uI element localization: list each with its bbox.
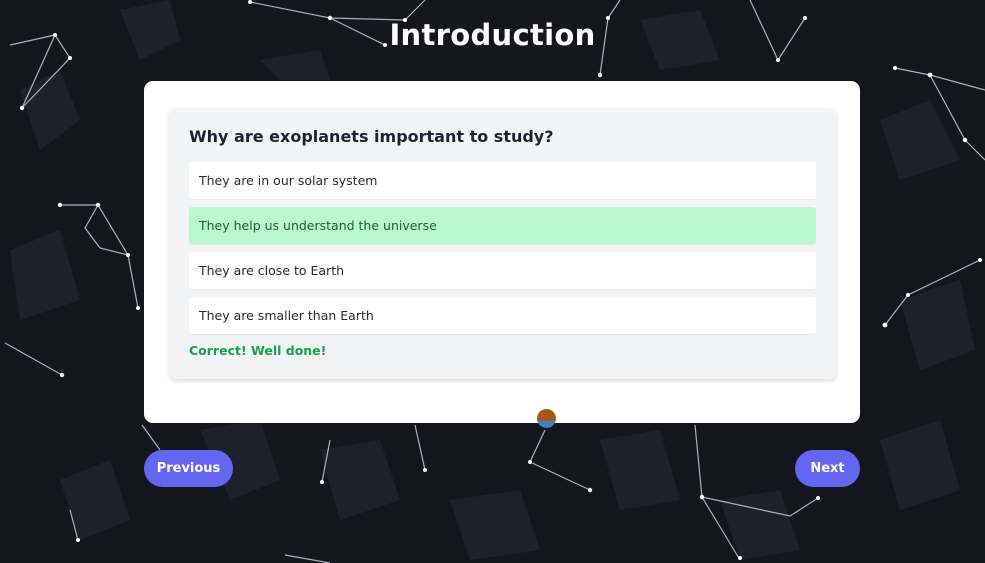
quiz-option-2-correct[interactable]: They help us understand the universe	[189, 207, 816, 244]
quiz-option-1[interactable]: They are in our solar system	[189, 162, 816, 199]
quiz-feedback: Correct! Well done!	[189, 343, 327, 358]
quiz-question: Why are exoplanets important to study?	[189, 127, 554, 146]
progress-indicator-dot	[537, 409, 556, 428]
quiz-option-4[interactable]: They are smaller than Earth	[189, 297, 816, 334]
previous-button[interactable]: Previous	[144, 450, 233, 487]
quiz-card: Why are exoplanets important to study? T…	[144, 81, 860, 423]
page-title: Introduction	[389, 18, 596, 52]
next-button[interactable]: Next	[795, 450, 860, 487]
quiz-option-3[interactable]: They are close to Earth	[189, 252, 816, 289]
quiz-question-box: Why are exoplanets important to study? T…	[170, 108, 836, 379]
